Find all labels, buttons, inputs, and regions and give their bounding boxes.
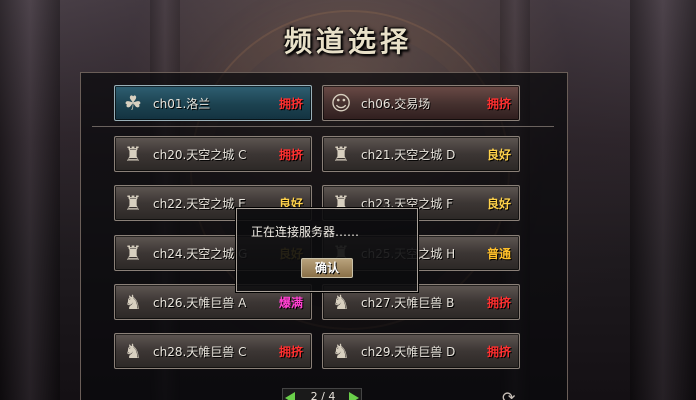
- channel-name: ch27.天帷巨兽 B: [361, 295, 455, 310]
- herb-icon: ☘: [124, 91, 142, 115]
- beast-icon: ♞: [124, 290, 142, 314]
- channel-name: ch26.天帷巨兽 A: [153, 295, 247, 310]
- armor-icon: ♜: [124, 191, 142, 215]
- connecting-dialog: 正在连接服务器…… 确认: [236, 208, 418, 292]
- channel-status: 拥挤: [486, 295, 511, 310]
- background-pillar: [630, 0, 696, 400]
- page-title: 频道选择: [283, 25, 412, 58]
- channel-status: 拥挤: [278, 147, 303, 162]
- pager: 2 / 4: [282, 388, 362, 400]
- channel-item[interactable]: ☺ ch06.交易场 拥挤: [322, 85, 520, 121]
- channel-status: 拥挤: [486, 96, 511, 111]
- channel-status: 拥挤: [486, 344, 511, 359]
- divider: [92, 126, 554, 127]
- channel-item[interactable]: ♞ ch28.天帷巨兽 C 拥挤: [114, 333, 312, 369]
- armor-icon: ♜: [124, 241, 142, 265]
- beast-icon: ♞: [332, 339, 350, 363]
- channel-name: ch28.天帷巨兽 C: [153, 344, 247, 359]
- channel-status: 爆满: [278, 295, 303, 310]
- channel-name: ch06.交易场: [361, 96, 431, 111]
- beast-icon: ♞: [124, 339, 142, 363]
- channel-item[interactable]: ♞ ch29.天帷巨兽 D 拥挤: [322, 333, 520, 369]
- channel-name: ch20.天空之城 C: [153, 147, 247, 162]
- channel-status: 普通: [486, 246, 511, 261]
- armor-icon: ♜: [332, 142, 350, 166]
- channel-name: ch29.天帷巨兽 D: [361, 344, 456, 359]
- channel-item[interactable]: ☘ ch01.洛兰 拥挤: [114, 85, 312, 121]
- game-scene: 频道选择 ☘ ch01.洛兰 拥挤 ☺ ch06.交易场 拥挤 ♜ ch20.天…: [0, 0, 696, 400]
- channel-status: 拥挤: [278, 96, 303, 111]
- next-page-arrow-icon[interactable]: [349, 392, 359, 400]
- channel-name: ch01.洛兰: [153, 96, 211, 111]
- confirm-button[interactable]: 确认: [301, 258, 353, 278]
- channel-status: 良好: [486, 196, 511, 211]
- channel-item[interactable]: ♜ ch20.天空之城 C 拥挤: [114, 136, 312, 172]
- merchant-icon: ☺: [330, 91, 352, 115]
- channel-status: 拥挤: [278, 344, 303, 359]
- background-pillar: [0, 0, 60, 400]
- channel-status: 良好: [486, 147, 511, 162]
- armor-icon: ♜: [124, 142, 142, 166]
- channel-item[interactable]: ♜ ch21.天空之城 D 良好: [322, 136, 520, 172]
- channel-name: ch21.天空之城 D: [361, 147, 456, 162]
- dialog-message: 正在连接服务器……: [251, 225, 360, 239]
- refresh-icon[interactable]: ⟳: [502, 388, 515, 400]
